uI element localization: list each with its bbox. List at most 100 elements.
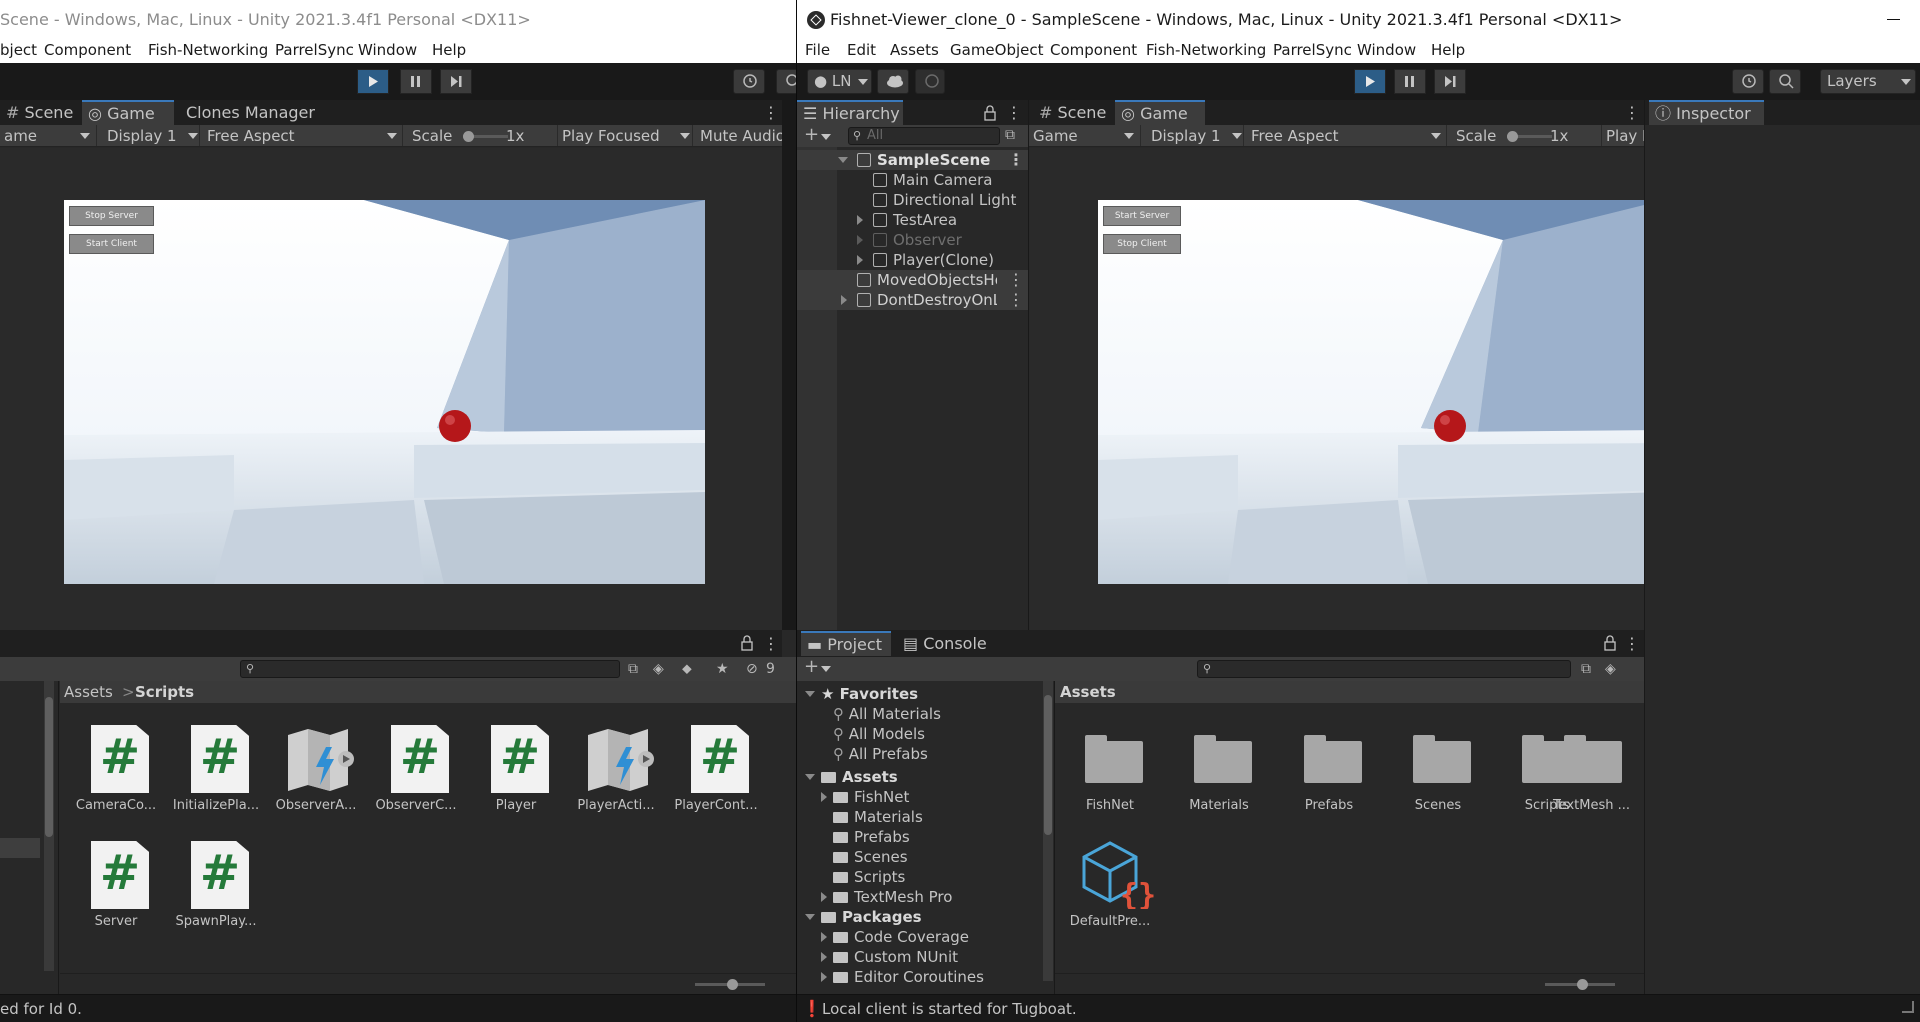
scene-menu-icon[interactable] [1008, 290, 1024, 310]
tree-code-coverage[interactable]: Code Coverage [821, 927, 969, 947]
search-button[interactable] [776, 69, 796, 94]
menu-window[interactable]: Window [1357, 41, 1416, 59]
menu-gameobject[interactable]: GameObject [950, 41, 1044, 59]
tree-textmesh-pro[interactable]: TextMesh Pro [821, 887, 952, 907]
asset-item[interactable]: # ObserverC... [366, 725, 466, 825]
tree-scrollbar-thumb[interactable] [1044, 695, 1052, 835]
expand-icon[interactable] [857, 215, 863, 225]
tab-menu-icon[interactable] [1624, 103, 1640, 122]
expand-icon[interactable] [805, 691, 815, 697]
tree-scrollbar[interactable] [44, 681, 54, 971]
step-button[interactable] [1434, 69, 1466, 94]
game-render[interactable]: Start Server Stop Client [1098, 200, 1664, 584]
stop-server-button[interactable]: Stop Server [69, 206, 154, 226]
start-client-button[interactable]: Start Client [69, 234, 154, 254]
asset-item[interactable]: FishNet [1060, 725, 1160, 825]
menu-window[interactable]: Window [358, 41, 417, 59]
scene-menu-icon[interactable] [1008, 150, 1024, 170]
asset-item[interactable]: # SpawnPlay... [166, 841, 266, 941]
tree-materials[interactable]: Materials [833, 807, 923, 827]
aspect-dropdown[interactable]: Free Aspect [203, 125, 403, 146]
asset-item[interactable]: ObserverA... [266, 725, 366, 825]
asset-item[interactable]: Prefabs [1279, 725, 1379, 825]
scale-slider-knob[interactable] [463, 131, 474, 142]
resize-grip-icon[interactable] [1902, 1001, 1914, 1013]
play-button[interactable] [1354, 69, 1386, 94]
scene-menu-icon[interactable] [1008, 270, 1024, 290]
chevron-down-icon[interactable] [821, 134, 831, 140]
icon-size-slider-knob[interactable] [1577, 979, 1588, 990]
menu-fish-networking[interactable]: Fish-Networking [148, 41, 268, 59]
expand-icon[interactable] [805, 914, 815, 920]
game-view-dropdown[interactable]: Game [1029, 125, 1141, 146]
expand-icon[interactable] [821, 972, 827, 982]
search-button[interactable] [1769, 69, 1801, 94]
tree-favorites[interactable]: ★ Favorites [805, 684, 918, 704]
add-icon[interactable]: + [804, 658, 819, 676]
lock-icon[interactable] [740, 635, 754, 651]
play-button[interactable] [357, 69, 389, 94]
expand-icon[interactable] [805, 774, 815, 780]
tab-project[interactable]: ▬ Project [801, 631, 891, 656]
game-render[interactable]: Stop Server Start Client [64, 200, 705, 584]
pause-button[interactable] [1394, 69, 1426, 94]
tab-game[interactable]: ◎ Game [1115, 100, 1205, 125]
hierarchy-item-moved-objects[interactable]: MovedObjectsHo [797, 270, 1028, 290]
account-dropdown[interactable]: ● LN [807, 69, 872, 94]
tree-fishnet[interactable]: FishNet [821, 787, 909, 807]
lock-icon[interactable] [983, 105, 997, 121]
asset-item[interactable]: # Server [66, 841, 166, 941]
start-server-button[interactable]: Start Server [1103, 206, 1181, 226]
expand-icon[interactable] [821, 892, 827, 902]
expand-icon[interactable] [857, 255, 863, 265]
tab-console[interactable]: ▤ Console [897, 631, 997, 656]
tab-scene[interactable]: # Scene [1033, 100, 1113, 125]
asset-item[interactable]: PlayerActi... [566, 725, 666, 825]
search-scene-icon[interactable]: ⧉ [1581, 660, 1591, 678]
tree-editor-coroutines[interactable]: Editor Coroutines [821, 967, 984, 987]
asset-item[interactable]: # InitializePla... [166, 725, 266, 825]
asset-item[interactable]: # PlayerCont... [666, 725, 766, 825]
project-menu-icon[interactable] [763, 634, 779, 653]
project-menu-icon[interactable] [1624, 634, 1640, 653]
asset-item[interactable]: Materials [1169, 725, 1269, 825]
tab-scene[interactable]: # Scene [0, 100, 80, 125]
hierarchy-item-scene[interactable]: SampleScene [797, 150, 1028, 170]
hidden-packages-icon[interactable]: ⊘ [746, 660, 758, 678]
breadcrumb-assets[interactable]: Assets [64, 683, 113, 701]
menu-parrelsync[interactable]: ParrelSync [1273, 41, 1352, 59]
expand-icon[interactable] [821, 932, 827, 942]
display-dropdown[interactable]: Display 1 [103, 125, 200, 146]
stop-client-button[interactable]: Stop Client [1103, 234, 1181, 254]
chevron-down-icon[interactable] [821, 666, 831, 672]
expand-icon[interactable] [821, 952, 827, 962]
tab-clones-manager[interactable]: Clones Manager [180, 100, 315, 125]
label-icon[interactable]: ⬥ [682, 660, 692, 678]
history-button[interactable] [733, 69, 765, 94]
filter-type-icon[interactable]: ◈ [653, 660, 664, 678]
asset-item[interactable]: {} DefaultPre... [1060, 841, 1160, 941]
expand-icon[interactable] [838, 157, 848, 163]
add-icon[interactable]: + [804, 126, 819, 144]
search-scene-icon[interactable]: ⧉ [628, 660, 638, 678]
minimize-icon[interactable] [1887, 19, 1900, 20]
asset-item[interactable]: Scenes [1388, 725, 1488, 825]
menu-component[interactable]: Component [1050, 41, 1137, 59]
menu-gameobject[interactable]: bject [0, 41, 37, 59]
play-focused-dropdown[interactable]: Play Focused [558, 125, 693, 146]
menu-assets[interactable]: Assets [890, 41, 939, 59]
asset-item[interactable]: TextMesh ... [1539, 725, 1644, 825]
hierarchy-menu-icon[interactable] [1006, 103, 1022, 122]
tree-packages[interactable]: Packages [805, 907, 922, 927]
tree-scenes[interactable]: Scenes [833, 847, 908, 867]
tree-all-models[interactable]: ⚲ All Models [833, 724, 925, 744]
tab-game[interactable]: ◎ Game [82, 100, 174, 125]
menu-edit[interactable]: Edit [847, 41, 876, 59]
tree-scrollbar-thumb[interactable] [45, 697, 53, 837]
tree-custom-nunit[interactable]: Custom NUnit [821, 947, 958, 967]
tree-scripts[interactable]: Scripts [833, 867, 905, 887]
tab-hierarchy[interactable]: ☰ Hierarchy [797, 100, 903, 125]
project-search-input[interactable]: ⚲ [1197, 660, 1571, 678]
aspect-dropdown[interactable]: Free Aspect [1247, 125, 1447, 146]
asset-item[interactable]: # Player [466, 725, 566, 825]
